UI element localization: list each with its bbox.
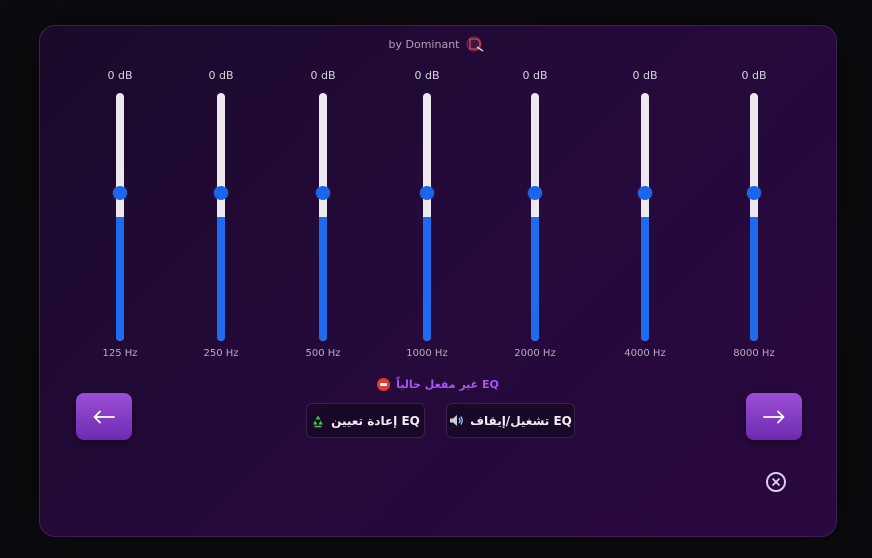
band-slider-thumb[interactable]: [420, 186, 434, 200]
reset-eq-button[interactable]: EQ إعادة تعيين: [306, 403, 425, 438]
next-button[interactable]: [746, 393, 802, 440]
band-slider-thumb[interactable]: [638, 186, 652, 200]
arrow-right-icon: [763, 410, 785, 423]
band-slider-thumb[interactable]: [316, 186, 330, 200]
speaker-icon: [450, 415, 463, 426]
eq-band: 0 dB 2000 Hz: [495, 26, 575, 386]
band-slider-thumb[interactable]: [528, 186, 542, 200]
eq-band: 0 dB 4000 Hz: [605, 26, 685, 386]
eq-band: 0 dB 500 Hz: [283, 26, 363, 386]
toggle-eq-button[interactable]: EQ تشغيل/إيقاف: [446, 403, 575, 438]
dominant-logo-icon: [466, 36, 484, 52]
band-frequency-label: 8000 Hz: [733, 348, 775, 359]
band-frequency-label: 4000 Hz: [624, 348, 666, 359]
recycle-icon: [313, 415, 324, 427]
band-gain-label: 0 dB: [208, 69, 234, 82]
band-gain-label: 0 dB: [741, 69, 767, 82]
band-frequency-label: 125 Hz: [102, 348, 138, 359]
band-gain-label: 0 dB: [414, 69, 440, 82]
band-slider-fill: [641, 217, 649, 341]
eq-status-text: EQ غير مفعل حالياً: [396, 378, 499, 391]
band-slider-track[interactable]: [319, 93, 327, 341]
band-slider-track[interactable]: [217, 93, 225, 341]
eq-band: 0 dB 8000 Hz: [714, 26, 794, 386]
band-frequency-label: 250 Hz: [203, 348, 239, 359]
no-entry-icon: [377, 378, 391, 391]
band-slider-fill: [116, 217, 124, 341]
eq-status: EQ غير مفعل حالياً: [40, 378, 836, 391]
band-slider-track[interactable]: [641, 93, 649, 341]
band-slider-fill: [423, 217, 431, 341]
band-slider-thumb[interactable]: [747, 186, 761, 200]
band-slider-track[interactable]: [423, 93, 431, 341]
equalizer-panel: by Dominant 0 dB 125 Hz 0 dB 250 Hz 0 dB 500 …: [39, 25, 837, 537]
band-slider-thumb[interactable]: [214, 186, 228, 200]
band-gain-label: 0 dB: [107, 69, 133, 82]
eq-band: 0 dB 1000 Hz: [387, 26, 467, 386]
reset-eq-label: EQ إعادة تعيين: [331, 413, 420, 428]
band-frequency-label: 2000 Hz: [514, 348, 556, 359]
previous-button[interactable]: [76, 393, 132, 440]
eq-band: 0 dB 125 Hz: [80, 26, 160, 386]
eq-band: 0 dB 250 Hz: [181, 26, 261, 386]
band-frequency-label: 1000 Hz: [406, 348, 448, 359]
close-icon: [772, 478, 780, 486]
band-slider-fill: [531, 217, 539, 341]
band-slider-fill: [750, 217, 758, 341]
band-slider-track[interactable]: [116, 93, 124, 341]
close-button[interactable]: [766, 472, 786, 492]
toggle-eq-label: EQ تشغيل/إيقاف: [470, 413, 572, 428]
arrow-left-icon: [93, 410, 115, 423]
band-frequency-label: 500 Hz: [305, 348, 341, 359]
band-gain-label: 0 dB: [522, 69, 548, 82]
band-slider-fill: [319, 217, 327, 341]
band-slider-thumb[interactable]: [113, 186, 127, 200]
band-gain-label: 0 dB: [310, 69, 336, 82]
band-gain-label: 0 dB: [632, 69, 658, 82]
band-slider-track[interactable]: [750, 93, 758, 341]
band-slider-fill: [217, 217, 225, 341]
band-slider-track[interactable]: [531, 93, 539, 341]
